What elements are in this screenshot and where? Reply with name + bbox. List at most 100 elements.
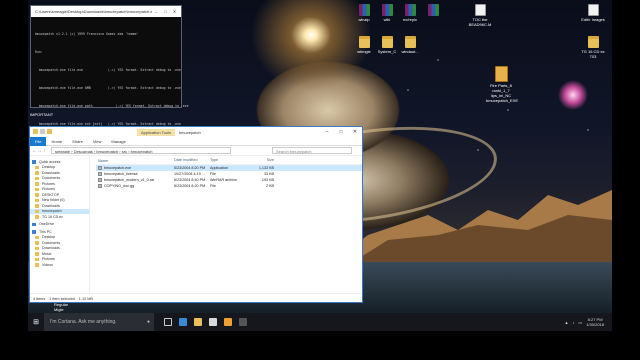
file-explorer-window[interactable]: Application Tools bmuxepatch – □ ✕ File … (29, 126, 363, 303)
file-type: Application (210, 166, 229, 170)
minimize-button[interactable]: – (152, 9, 161, 17)
nav-item[interactable]: OneDrive (30, 222, 89, 228)
console-window[interactable]: C:\Users\smeagle\Desktop\Downloads\bmuxe… (30, 5, 189, 156)
nav-item-label: Music (42, 251, 52, 256)
minimize-button[interactable]: – (320, 129, 334, 135)
folder-icon (35, 187, 39, 191)
quick-access-toolbar[interactable] (33, 129, 67, 135)
nav-item-label: TG 16 CD ex (42, 214, 63, 219)
breadcrumb[interactable]: smeagle › Descargas › bmuxepatch › src ›… (51, 147, 231, 154)
clock[interactable]: 8:27 PM 1/30/2018 (586, 317, 604, 327)
file-size: 33 KB (263, 172, 274, 176)
breadcrumb-item[interactable]: smeagle (55, 149, 70, 153)
console-titlebar[interactable]: C:\Users\smeagle\Desktop\Downloads\bmuxe… (31, 6, 181, 17)
nav-item-label: OneDrive (39, 222, 55, 227)
folder-icon (587, 36, 599, 48)
microphone-icon[interactable]: ● (147, 319, 150, 325)
nav-item-label: Documents (42, 240, 61, 245)
nav-item-label: Desktop (42, 235, 56, 240)
column-type[interactable]: Type (210, 158, 248, 164)
desktop-icon-toc[interactable]: TOC the BEAD96C.M (465, 4, 495, 27)
star-icon (32, 222, 36, 226)
rar-icon (381, 4, 393, 16)
nav-item[interactable]: Videos (30, 262, 89, 268)
tab-manage[interactable]: Manage (106, 139, 130, 144)
folder-icon (35, 257, 39, 261)
maximize-button[interactable]: □ (334, 129, 348, 135)
nav-item-label: bmuxepatch (42, 209, 62, 214)
nav-item-label: This PC (39, 229, 52, 234)
close-button[interactable]: ✕ (348, 129, 362, 135)
folder-icon (35, 246, 39, 250)
file-row[interactable]: COPYING_doc.gg 8/23/2004 8:20 PM File 2 KB (96, 183, 362, 189)
folder-icon (35, 241, 39, 245)
folder-icon (35, 198, 39, 202)
desktop-icon-edit-images[interactable]: Edit/r Images (578, 4, 608, 22)
document-icon (474, 4, 486, 16)
column-size[interactable]: Size (248, 158, 274, 164)
file-size: 193 KB (261, 178, 274, 182)
console-line: bmuxepatch v1.2.1 (c) 1999 Francisco Gom… (35, 32, 139, 36)
desktop-icon-windaut[interactable]: windaut... (395, 36, 425, 54)
mountains (328, 190, 612, 265)
task-view-icon[interactable] (164, 318, 172, 326)
desktop-icon-rar4[interactable] (418, 4, 448, 17)
volume-icon[interactable]: ♪ (572, 320, 574, 325)
file-icon (98, 184, 102, 188)
taskbar: ⊞ I'm Cortana. Ask me anything. ● ▲ ♪ ▭ … (28, 313, 612, 331)
rar-icon (404, 4, 416, 16)
network-icon[interactable]: ▲ (564, 320, 568, 325)
tab-share[interactable]: Share (67, 139, 88, 144)
folder-icon (35, 176, 39, 180)
nav-item-label: Pictures (42, 187, 55, 192)
breadcrumb-item[interactable]: src (122, 149, 127, 153)
desktop-icon-zip[interactable]: Fire Parts_8 rankl_1_7 lips_ini_NC bmuxe… (486, 66, 518, 103)
up-arrow-icon[interactable]: ↑ (42, 148, 47, 154)
windows-start-icon[interactable]: ⊞ (28, 313, 44, 331)
new-folder-icon[interactable] (47, 129, 52, 134)
column-date-modified[interactable]: Date modified (174, 158, 210, 164)
folder-icon (35, 252, 39, 256)
nav-item-label: Desktop (42, 165, 56, 170)
console-line: Run: (35, 50, 43, 54)
folder-icon (381, 36, 393, 48)
file-size: 1,133 KB (258, 166, 274, 170)
breadcrumb-item[interactable]: bmuxepatch (131, 149, 153, 153)
file-name: bmuxepatch_license (104, 172, 138, 176)
column-name[interactable]: Name (96, 158, 174, 164)
explorer-titlebar[interactable]: Application Tools bmuxepatch – □ ✕ (30, 127, 362, 137)
cortana-search-box[interactable]: I'm Cortana. Ask me anything. ● (44, 313, 154, 331)
folder-icon (358, 36, 370, 48)
maximize-button[interactable]: □ (161, 9, 170, 17)
file-date: 8/23/2004 8:20 PM (174, 184, 206, 188)
properties-icon[interactable] (40, 129, 45, 134)
date: 1/30/2018 (586, 322, 604, 327)
file-explorer-icon[interactable] (194, 318, 202, 326)
file-name: bmuxepatch_modern_v1_0.rar (104, 178, 155, 182)
folder-icon (35, 215, 39, 219)
application-tools-tab[interactable]: Application Tools (137, 128, 175, 136)
folder-icon[interactable] (33, 129, 38, 134)
search-input[interactable]: Search bmuxepatch (272, 147, 352, 154)
file-date: 5/23/2004 8:20 PM (174, 166, 206, 170)
nav-item[interactable]: TG 16 CD ex (30, 214, 89, 220)
breadcrumb-item[interactable]: bmuxepatch (96, 149, 118, 153)
nav-item-label: Downloads (42, 203, 60, 208)
tab-home[interactable]: Home (46, 139, 67, 144)
edge-icon[interactable] (179, 318, 187, 326)
close-button[interactable]: ✕ (170, 9, 179, 17)
store-icon[interactable] (209, 318, 217, 326)
selected-size: 1.10 MB (78, 296, 93, 301)
selected-count: 1 item selected (49, 296, 75, 301)
breadcrumb-item[interactable]: Descargas (74, 149, 93, 153)
console-taskbar-icon[interactable] (239, 318, 247, 326)
folder-icon (35, 171, 39, 175)
tab-file[interactable]: File (30, 136, 47, 146)
battery-icon[interactable]: ▭ (578, 320, 582, 325)
desktop-icon-tg16[interactable]: TG 16 CD ex 703 (578, 36, 608, 59)
file-name-cell: COPYING_doc.gg (96, 184, 174, 188)
console-line: bmuxepatch.exe file.exe 8MB (->) YES for… (35, 86, 181, 90)
app-icon[interactable] (224, 318, 232, 326)
tab-view[interactable]: View (88, 139, 107, 144)
ribbon-tabs: File Home Share View Manage (30, 136, 362, 146)
